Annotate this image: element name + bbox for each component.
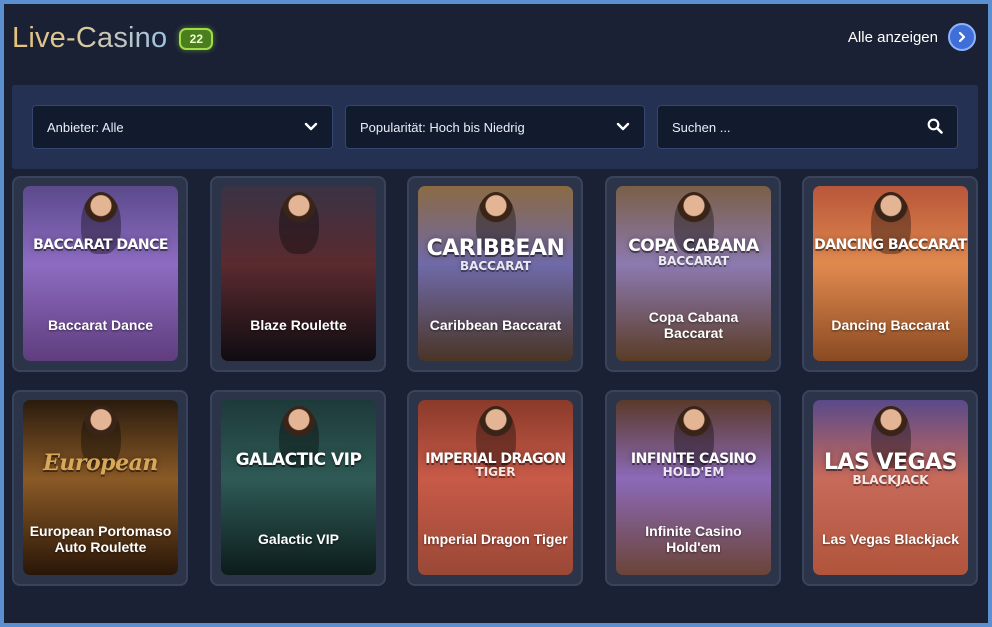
game-thumbnail[interactable]: IMPERIAL DRAGON TIGER Imperial Dragon Tige… bbox=[418, 400, 573, 575]
game-logo: DANCING BACCARAT bbox=[813, 238, 968, 252]
game-title: Blaze Roulette bbox=[250, 317, 347, 333]
dealer-image bbox=[279, 192, 319, 254]
game-logo-text: European bbox=[43, 450, 158, 476]
game-logo-text: IMPERIAL DRAGON bbox=[425, 451, 566, 467]
game-card[interactable]: COPA CABANA BACCARAT Copa Cabana Baccarat bbox=[605, 176, 781, 372]
game-card[interactable]: GALACTIC VIP Galactic VIP bbox=[210, 390, 386, 586]
casino-section: Live-Casino 22 Alle anzeigen Anbieter: A… bbox=[4, 4, 988, 623]
game-thumbnail[interactable]: GALACTIC VIP Galactic VIP bbox=[221, 400, 376, 575]
game-logo-text: DANCING BACCARAT bbox=[814, 237, 967, 253]
game-thumbnail[interactable]: BACCARAT DANCE Baccarat Dance bbox=[23, 186, 178, 361]
game-title: Baccarat Dance bbox=[47, 317, 154, 333]
game-thumbnail[interactable]: CARIBBEAN BACCARAT Caribbean Baccarat bbox=[418, 186, 573, 361]
show-all-link[interactable]: Alle anzeigen bbox=[848, 23, 976, 51]
game-logo-subtext: BLACKJACK bbox=[852, 473, 929, 487]
section-header: Live-Casino 22 bbox=[12, 22, 214, 55]
game-logo: INFINITE CASINO HOLD'EM bbox=[616, 452, 771, 478]
game-title: Copa Cabana Baccarat bbox=[648, 309, 739, 341]
game-thumbnail[interactable]: DANCING BACCARAT Dancing Baccarat bbox=[813, 186, 968, 361]
game-logo-text: GALACTIC VIP bbox=[235, 450, 362, 470]
game-title: Imperial Dragon Tiger bbox=[423, 531, 568, 547]
game-logo: GALACTIC VIP bbox=[221, 452, 376, 469]
provider-select-value: Anbieter: Alle bbox=[47, 119, 124, 135]
game-thumbnail[interactable]: Blaze Roulette bbox=[221, 186, 376, 361]
search-placeholder: Suchen ... bbox=[672, 119, 731, 135]
game-thumbnail[interactable]: LAS VEGAS BLACKJACK Las Vegas Blackjack bbox=[813, 400, 968, 575]
chevron-down-icon bbox=[616, 120, 630, 135]
game-logo-text: BACCARAT DANCE bbox=[33, 237, 168, 253]
game-card[interactable]: Blaze Roulette bbox=[210, 176, 386, 372]
game-title: Galactic VIP bbox=[258, 531, 339, 547]
game-thumbnail[interactable]: European European Portomaso Auto Roulette bbox=[23, 400, 178, 575]
sort-select-value: Popularität: Hoch bis Niedrig bbox=[360, 119, 525, 135]
game-logo: IMPERIAL DRAGON TIGER bbox=[418, 452, 573, 478]
game-card[interactable]: IMPERIAL DRAGON TIGER Imperial Dragon Tige… bbox=[407, 390, 583, 586]
chevron-down-icon bbox=[304, 120, 318, 135]
game-title: Las Vegas Blackjack bbox=[822, 531, 959, 547]
game-logo-subtext: HOLD'EM bbox=[662, 465, 725, 479]
game-logo: BACCARAT DANCE bbox=[23, 238, 178, 252]
game-logo: COPA CABANA BACCARAT bbox=[616, 236, 771, 268]
game-card[interactable]: BACCARAT DANCE Baccarat Dance bbox=[12, 176, 188, 372]
game-card[interactable]: CARIBBEAN BACCARAT Caribbean Baccarat bbox=[407, 176, 583, 372]
game-card[interactable]: DANCING BACCARAT Dancing Baccarat bbox=[802, 176, 978, 372]
game-logo-text: LAS VEGAS bbox=[823, 450, 958, 475]
game-thumbnail[interactable]: COPA CABANA BACCARAT Copa Cabana Baccarat bbox=[616, 186, 771, 361]
game-title: Dancing Baccarat bbox=[831, 317, 950, 333]
game-title: European Portomaso Auto Roulette bbox=[29, 523, 172, 555]
game-card[interactable]: INFINITE CASINO HOLD'EM Infinite Casino Ho… bbox=[605, 390, 781, 586]
game-logo-text: CARIBBEAN bbox=[426, 236, 565, 261]
game-thumbnail[interactable]: INFINITE CASINO HOLD'EM Infinite Casino Ho… bbox=[616, 400, 771, 575]
game-title: Caribbean Baccarat bbox=[429, 317, 562, 333]
game-logo-subtext: TIGER bbox=[475, 465, 516, 479]
game-logo-subtext: BACCARAT bbox=[459, 259, 532, 273]
chevron-right-icon[interactable] bbox=[948, 23, 976, 51]
game-title: Infinite Casino Hold'em bbox=[645, 523, 742, 555]
provider-select[interactable]: Anbieter: Alle bbox=[32, 105, 333, 149]
game-count-badge: 22 bbox=[179, 27, 214, 50]
game-logo-text: COPA CABANA bbox=[628, 236, 759, 256]
game-logo: CARIBBEAN BACCARAT bbox=[418, 236, 573, 273]
filter-bar: Anbieter: Alle Popularität: Hoch bis Nie… bbox=[12, 85, 978, 169]
game-logo: LAS VEGAS BLACKJACK bbox=[813, 450, 968, 487]
show-all-label: Alle anzeigen bbox=[847, 28, 938, 46]
game-logo-subtext: BACCARAT bbox=[657, 254, 730, 268]
search-input[interactable]: Suchen ... bbox=[657, 105, 958, 149]
sort-select[interactable]: Popularität: Hoch bis Niedrig bbox=[345, 105, 645, 149]
game-logo: European bbox=[23, 452, 178, 474]
search-icon[interactable] bbox=[927, 118, 943, 137]
game-logo-text: INFINITE CASINO bbox=[630, 451, 757, 467]
section-title: Live-Casino bbox=[12, 22, 168, 54]
game-card[interactable]: LAS VEGAS BLACKJACK Las Vegas Blackjack bbox=[802, 390, 978, 586]
game-card[interactable]: European European Portomaso Auto Roulette bbox=[12, 390, 188, 586]
